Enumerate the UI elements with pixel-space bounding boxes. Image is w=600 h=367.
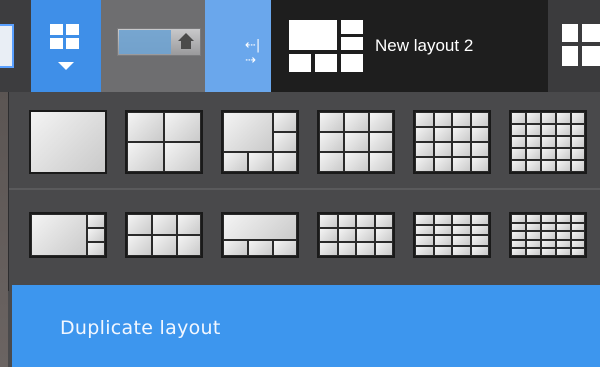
layout-option-2x3[interactable] xyxy=(317,110,395,174)
previous-tab-edge[interactable] xyxy=(0,0,31,92)
background-video-strip xyxy=(0,92,8,367)
zoom-slider-fill xyxy=(119,30,171,54)
home-icon[interactable] xyxy=(176,33,196,51)
layout-option-4x5[interactable] xyxy=(509,110,587,174)
tab-new-layout-2[interactable]: New layout 2 xyxy=(271,0,548,92)
grid-2x2-icon xyxy=(50,24,80,50)
zoom-slider[interactable] xyxy=(117,28,201,56)
zoom-slider-area xyxy=(101,0,205,92)
layout-option-2x2[interactable] xyxy=(125,110,203,174)
duplicate-layout-item[interactable]: Duplicate layout xyxy=(12,285,600,367)
layout-option-4x5-wide[interactable] xyxy=(509,212,587,258)
split-resize-icon: ⇠|⇢ xyxy=(245,38,261,68)
previous-tab-indicator xyxy=(0,24,14,68)
layout-option-1-plus-2-side[interactable] xyxy=(29,212,107,258)
layouts-menu-button[interactable] xyxy=(31,0,101,92)
layout-option-3x4-wide[interactable] xyxy=(413,212,491,258)
splitter-button[interactable]: ⇠|⇢ xyxy=(205,0,271,92)
layout-thumbnail-icon xyxy=(562,24,600,66)
layout-thumbnail-icon xyxy=(289,20,363,72)
layout-row-2 xyxy=(9,190,600,286)
layout-option-1-plus-5[interactable] xyxy=(221,110,299,174)
layout-option-2x4[interactable] xyxy=(317,212,395,258)
layout-picker-menu xyxy=(8,92,600,291)
duplicate-layout-label: Duplicate layout xyxy=(60,317,221,339)
next-tab[interactable] xyxy=(548,0,600,92)
layout-option-1-plus-3-bottom[interactable] xyxy=(221,212,299,258)
triangle-down-icon xyxy=(58,62,74,70)
layout-option-2x3-wide[interactable] xyxy=(125,212,203,258)
layout-option-3x4[interactable] xyxy=(413,110,491,174)
toolbar: ⇠|⇢ New layout 2 xyxy=(0,0,600,92)
layout-row-1 xyxy=(9,92,600,189)
tab-title: New layout 2 xyxy=(375,36,474,55)
layout-option-1x1[interactable] xyxy=(29,110,107,174)
